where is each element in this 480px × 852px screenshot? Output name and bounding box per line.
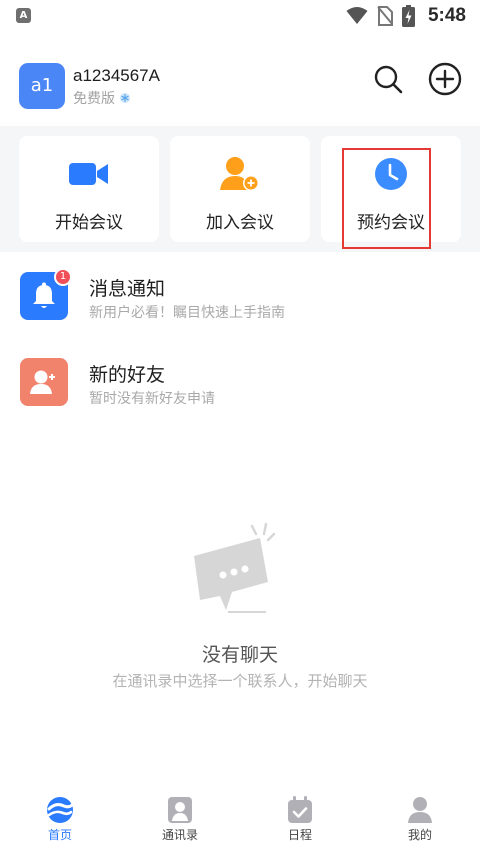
join-meeting-button[interactable]: 加入会议 bbox=[170, 136, 310, 242]
snowflake-badge-icon bbox=[120, 93, 130, 103]
chat-bubble-icon bbox=[188, 520, 288, 620]
new-friend-avatar bbox=[20, 358, 68, 406]
list-item-subtitle: 暂时没有新好友申请 bbox=[89, 391, 215, 407]
tab-schedule[interactable]: 日程 bbox=[240, 790, 360, 852]
battery-charging-icon bbox=[401, 5, 415, 27]
no-sim-icon bbox=[377, 6, 393, 26]
start-meeting-button[interactable]: 开始会议 bbox=[19, 136, 159, 242]
empty-title: 没有聊天 bbox=[201, 644, 278, 666]
contacts-icon bbox=[166, 796, 194, 824]
add-circle-icon bbox=[428, 62, 462, 96]
tab-me[interactable]: 我的 bbox=[360, 790, 480, 852]
search-icon bbox=[374, 65, 403, 94]
list-item-subtitle: 新用户必看！瞩目快速上手指南 bbox=[89, 305, 285, 321]
unread-badge: 1 bbox=[54, 268, 72, 286]
tab-home[interactable]: 首页 bbox=[0, 790, 120, 852]
add-button[interactable] bbox=[427, 61, 463, 97]
bottom-nav: 首页 通讯录 日程 我的 bbox=[0, 790, 480, 852]
start-meeting-label: 开始会议 bbox=[55, 213, 123, 233]
header: a1 a1234567A 免费版 bbox=[0, 58, 480, 114]
empty-subtitle: 在通讯录中选择一个联系人，开始聊天 bbox=[112, 672, 368, 690]
avatar[interactable]: a1 bbox=[19, 63, 65, 109]
add-friend-icon bbox=[30, 370, 55, 394]
video-camera-icon bbox=[67, 154, 111, 194]
status-icons: 5:48 bbox=[346, 5, 466, 27]
tab-contacts[interactable]: 通讯录 bbox=[120, 790, 240, 852]
list-item-title: 新的好友 bbox=[89, 364, 166, 386]
home-screen: A 5:48 a1 a1234567A 免费版 开始会议 加入会议 预约会议 1… bbox=[0, 0, 480, 852]
highlight-box bbox=[342, 148, 431, 249]
home-logo-icon bbox=[46, 796, 74, 824]
tab-contacts-label: 通讯录 bbox=[161, 828, 198, 842]
tab-home-label: 首页 bbox=[47, 828, 72, 842]
tab-schedule-label: 日程 bbox=[287, 828, 312, 842]
username: a1234567A bbox=[73, 66, 160, 85]
list-item-notifications[interactable]: 1 消息通知 新用户必看！瞩目快速上手指南 bbox=[0, 262, 480, 332]
tab-me-label: 我的 bbox=[407, 828, 432, 842]
person-icon bbox=[406, 796, 434, 824]
status-time: 5:48 bbox=[427, 5, 466, 26]
wifi-icon bbox=[346, 7, 368, 24]
list-item-new-friends[interactable]: 新的好友 暂时没有新好友申请 bbox=[0, 348, 480, 418]
app-notification-icon: A bbox=[16, 8, 31, 23]
plan-label: 免费版 bbox=[73, 91, 115, 107]
add-user-icon bbox=[218, 154, 262, 194]
status-bar: A 5:48 bbox=[0, 0, 480, 34]
join-meeting-label: 加入会议 bbox=[206, 213, 274, 233]
plan-row: 免费版 bbox=[73, 88, 131, 108]
calendar-check-icon bbox=[286, 796, 314, 824]
bell-icon bbox=[33, 282, 55, 308]
list-item-title: 消息通知 bbox=[89, 278, 166, 300]
search-button[interactable] bbox=[370, 61, 406, 97]
